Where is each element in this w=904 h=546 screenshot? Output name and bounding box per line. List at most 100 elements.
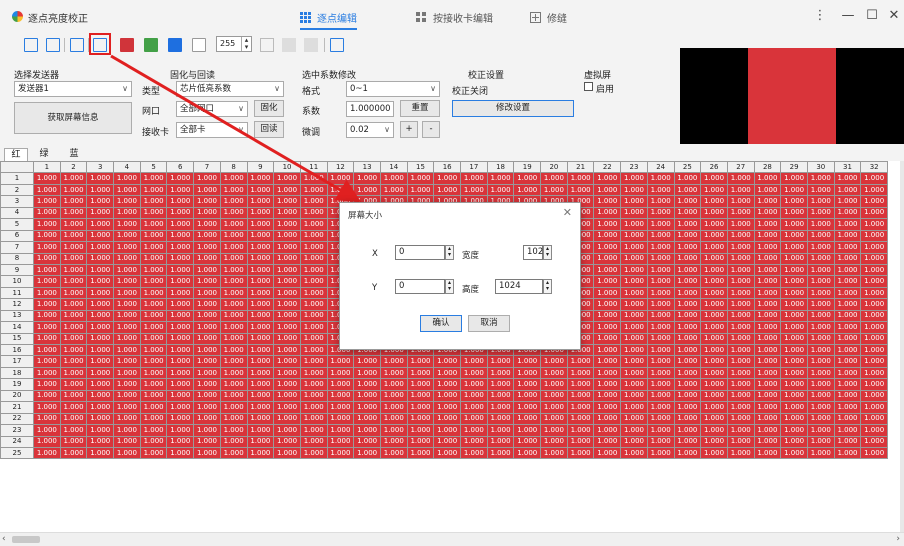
grid-cell[interactable]: 1.000: [806, 263, 835, 277]
grid-cell[interactable]: 1.000: [780, 286, 808, 300]
grid-cell[interactable]: 1.000: [219, 309, 248, 323]
grid-cell[interactable]: 1.000: [646, 332, 675, 346]
grid-cell[interactable]: 1.000: [273, 298, 301, 311]
grid-cell[interactable]: 1.000: [753, 172, 782, 185]
grid-cell[interactable]: 1.000: [513, 446, 542, 460]
grid-cell[interactable]: 1.000: [33, 378, 61, 391]
grid-cell[interactable]: 1.000: [593, 378, 622, 391]
grid-cell[interactable]: 1.000: [753, 401, 782, 414]
grid-cell[interactable]: 1.000: [460, 355, 488, 368]
grid-cell[interactable]: 1.000: [86, 252, 115, 265]
grid-cell[interactable]: 1.000: [33, 263, 61, 277]
grid-cell[interactable]: 1.000: [33, 321, 61, 334]
grid-cell[interactable]: 1.000: [299, 309, 328, 323]
grid-cell[interactable]: 1.000: [593, 446, 622, 460]
grid-cell[interactable]: 1.000: [860, 275, 888, 288]
grid-cell[interactable]: 1.000: [406, 355, 435, 368]
grid-cell[interactable]: 1.000: [299, 435, 328, 448]
grid-cell[interactable]: 1.000: [33, 241, 61, 254]
tab-seam[interactable]: 修缝: [530, 10, 567, 25]
column-header[interactable]: 21: [566, 161, 595, 174]
grid-cell[interactable]: 1.000: [753, 275, 782, 288]
grid-cell[interactable]: 1.000: [726, 275, 755, 288]
grid-cell[interactable]: 1.000: [273, 183, 301, 197]
grid-cell[interactable]: 1.000: [59, 275, 88, 288]
grid-cell[interactable]: 1.000: [593, 195, 622, 208]
grid-cell[interactable]: 1.000: [540, 424, 568, 437]
grid-cell[interactable]: 1.000: [139, 286, 168, 300]
grid-cell[interactable]: 1.000: [726, 252, 755, 265]
grid-cell[interactable]: 1.000: [620, 309, 648, 323]
grid-cell[interactable]: 1.000: [753, 195, 782, 208]
grid-cell[interactable]: 1.000: [33, 412, 61, 426]
grid-cell[interactable]: 1.000: [673, 195, 702, 208]
grid-cell[interactable]: 1.000: [860, 378, 888, 391]
grid-cell[interactable]: 1.000: [299, 332, 328, 346]
grid-cell[interactable]: 1.000: [86, 332, 115, 346]
height-input[interactable]: 1024: [495, 279, 543, 294]
grid-cell[interactable]: 1.000: [700, 206, 728, 220]
grid-cell[interactable]: 1.000: [326, 389, 355, 403]
grid-cell[interactable]: 1.000: [273, 309, 301, 323]
grid-cell[interactable]: 1.000: [166, 229, 195, 243]
grid-cell[interactable]: 1.000: [166, 263, 195, 277]
grid-cell[interactable]: 1.000: [406, 172, 435, 185]
grid-cell[interactable]: 1.000: [193, 435, 221, 448]
grid-cell[interactable]: 1.000: [593, 366, 622, 380]
grid-cell[interactable]: 1.000: [33, 389, 61, 403]
grid-cell[interactable]: 1.000: [193, 252, 221, 265]
grid-cell[interactable]: 1.000: [700, 343, 728, 357]
grid-cell[interactable]: 1.000: [806, 183, 835, 197]
grid-cell[interactable]: 1.000: [700, 366, 728, 380]
grid-cell[interactable]: 1.000: [246, 343, 275, 357]
grid-cell[interactable]: 1.000: [273, 424, 301, 437]
x-input[interactable]: 0: [395, 245, 445, 260]
grid-cell[interactable]: 1.000: [646, 298, 675, 311]
grid-cell[interactable]: 1.000: [406, 412, 435, 426]
grid-cell[interactable]: 1.000: [646, 252, 675, 265]
modify-settings-button[interactable]: 修改设置: [452, 100, 574, 117]
grid-cell[interactable]: 1.000: [673, 321, 702, 334]
grid-cell[interactable]: 1.000: [486, 446, 515, 460]
grid-cell[interactable]: 1.000: [219, 183, 248, 197]
grid-cell[interactable]: 1.000: [540, 378, 568, 391]
grid-cell[interactable]: 1.000: [326, 412, 355, 426]
brightness-spinbox[interactable]: 255 ▴ ▾: [216, 36, 252, 52]
grid-cell[interactable]: 1.000: [273, 332, 301, 346]
grid-cell[interactable]: 1.000: [246, 229, 275, 243]
grid-cell[interactable]: 1.000: [566, 355, 595, 368]
grid-cell[interactable]: 1.000: [166, 286, 195, 300]
grid-cell[interactable]: 1.000: [753, 263, 782, 277]
column-header[interactable]: 16: [433, 161, 461, 174]
grid-cell[interactable]: 1.000: [86, 366, 115, 380]
grid-cell[interactable]: 1.000: [219, 298, 248, 311]
white-color-button[interactable]: [192, 38, 206, 52]
grid-cell[interactable]: 1.000: [59, 355, 88, 368]
grid-cell[interactable]: 1.000: [460, 366, 488, 380]
tab-blue[interactable]: 蓝: [62, 148, 86, 161]
grid-cell[interactable]: 1.000: [379, 389, 408, 403]
grid-cell[interactable]: 1.000: [113, 343, 141, 357]
grid-cell[interactable]: 1.000: [273, 401, 301, 414]
grid-cell[interactable]: 1.000: [193, 446, 221, 460]
grid-cell[interactable]: 1.000: [673, 389, 702, 403]
grid-cell[interactable]: 1.000: [566, 435, 595, 448]
grid-cell[interactable]: 1.000: [753, 229, 782, 243]
grid-cell[interactable]: 1.000: [166, 298, 195, 311]
grid-cell[interactable]: 1.000: [780, 229, 808, 243]
grid-cell[interactable]: 1.000: [860, 366, 888, 380]
grid-cell[interactable]: 1.000: [139, 252, 168, 265]
grid-cell[interactable]: 1.000: [139, 355, 168, 368]
grid-cell[interactable]: 1.000: [806, 241, 835, 254]
grid-cell[interactable]: 1.000: [646, 355, 675, 368]
grid-cell[interactable]: 1.000: [860, 252, 888, 265]
grid-cell[interactable]: 1.000: [513, 378, 542, 391]
grid-cell[interactable]: 1.000: [860, 172, 888, 185]
grid-cell[interactable]: 1.000: [299, 355, 328, 368]
grid-cell[interactable]: 1.000: [566, 378, 595, 391]
grid-cell[interactable]: 1.000: [726, 286, 755, 300]
grid-cell[interactable]: 1.000: [273, 366, 301, 380]
grid-cell[interactable]: 1.000: [166, 275, 195, 288]
grid-cell[interactable]: 1.000: [166, 412, 195, 426]
grid-cell[interactable]: 1.000: [513, 183, 542, 197]
